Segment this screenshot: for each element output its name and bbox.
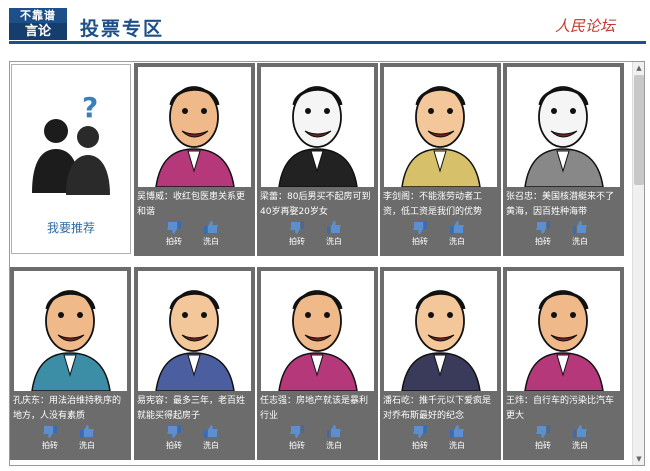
scroll-down-arrow-icon[interactable]: ▼: [633, 453, 645, 465]
vote-down-button[interactable]: 拍砖: [400, 425, 440, 451]
card-caption[interactable]: 吴博威：收红包医患关系更和谐: [137, 190, 253, 222]
vote-down-label: 拍砖: [289, 441, 305, 450]
recommend-link[interactable]: 我要推荐: [12, 219, 130, 236]
thumbs-up-icon: [450, 425, 464, 438]
vote-down-label: 拍砖: [166, 441, 182, 450]
caricature-image[interactable]: [507, 271, 620, 392]
caricature-card[interactable]: 李剑阁：不能涨劳动者工资，低工资是我们的优势 拍砖 洗白: [380, 63, 501, 256]
vote-up-button[interactable]: 洗白: [437, 221, 477, 247]
vote-up-label: 洗白: [203, 237, 219, 246]
vote-down-button[interactable]: 拍砖: [523, 425, 563, 451]
card-caption[interactable]: 孔庆东：用法治维持秩序的地方，人没有素质: [13, 394, 129, 426]
card-caption[interactable]: 李剑阁：不能涨劳动者工资，低工资是我们的优势: [383, 190, 499, 222]
caricature-image[interactable]: [384, 67, 497, 188]
vote-down-button[interactable]: 拍砖: [400, 221, 440, 247]
card-caption[interactable]: 张召忠：美国核潜艇来不了黄海，因百姓种海带: [506, 190, 622, 222]
vote-up-button[interactable]: 洗白: [191, 221, 231, 247]
caricature-image[interactable]: [138, 271, 251, 392]
thumbs-down-icon: [43, 425, 57, 438]
thumbs-down-icon: [167, 221, 181, 234]
vote-up-label: 洗白: [449, 237, 465, 246]
vote-down-label: 拍砖: [412, 237, 428, 246]
card-caption[interactable]: 王炜：自行车的污染比汽车更大: [506, 394, 622, 426]
caricature-card[interactable]: 易宪容：最多三年，老百姓就能买得起房子 拍砖 洗白: [134, 267, 255, 460]
vote-up-label: 洗白: [79, 441, 95, 450]
vote-down-label: 拍砖: [412, 441, 428, 450]
scroll-thumb[interactable]: [634, 75, 644, 185]
vote-up-button[interactable]: 洗白: [437, 425, 477, 451]
thumbs-up-icon: [204, 425, 218, 438]
scrollbar[interactable]: ▲ ▼: [632, 62, 644, 465]
vote-up-label: 洗白: [449, 441, 465, 450]
vote-down-button[interactable]: 拍砖: [30, 425, 70, 451]
thumbs-down-icon: [290, 221, 304, 234]
thumbs-up-icon: [573, 425, 587, 438]
thumbs-down-icon: [413, 221, 427, 234]
caricature-card[interactable]: 任志强：房地产就该是暴利行业 拍砖 洗白: [257, 267, 378, 460]
vote-down-button[interactable]: 拍砖: [154, 425, 194, 451]
vote-down-label: 拍砖: [535, 441, 551, 450]
caricature-image[interactable]: [14, 271, 127, 392]
thumbs-down-icon: [413, 425, 427, 438]
header-divider: [9, 41, 646, 44]
scroll-up-arrow-icon[interactable]: ▲: [633, 62, 645, 74]
vote-down-button[interactable]: 拍砖: [277, 221, 317, 247]
thumbs-down-icon: [536, 425, 550, 438]
thumbs-up-icon: [204, 221, 218, 234]
vote-up-label: 洗白: [572, 237, 588, 246]
vote-down-button[interactable]: 拍砖: [154, 221, 194, 247]
brand-line2: 言论: [9, 23, 67, 40]
vote-down-button[interactable]: 拍砖: [277, 425, 317, 451]
vote-up-button[interactable]: 洗白: [191, 425, 231, 451]
vote-up-button[interactable]: 洗白: [560, 425, 600, 451]
vote-up-label: 洗白: [326, 237, 342, 246]
thumbs-up-icon: [327, 221, 341, 234]
card-caption[interactable]: 易宪容：最多三年，老百姓就能买得起房子: [137, 394, 253, 426]
caricature-card[interactable]: 孔庆东：用法治维持秩序的地方，人没有素质 拍砖 洗白: [10, 267, 131, 460]
vote-up-label: 洗白: [203, 441, 219, 450]
vote-up-button[interactable]: 洗白: [560, 221, 600, 247]
caricature-card[interactable]: 王炜：自行车的污染比汽车更大 拍砖 洗白: [503, 267, 624, 460]
vote-up-button[interactable]: 洗白: [314, 425, 354, 451]
people-question-icon: ?: [32, 93, 110, 195]
header: 不靠谱 言论 投票专区 人民论坛: [0, 0, 650, 48]
caricature-card[interactable]: 梁蕾：80后男买不起房可到40岁再娶20岁女 拍砖 洗白: [257, 63, 378, 256]
vote-up-label: 洗白: [326, 441, 342, 450]
caricature-card[interactable]: 吴博威：收红包医患关系更和谐 拍砖 洗白: [134, 63, 255, 256]
thumbs-up-icon: [327, 425, 341, 438]
thumbs-down-icon: [536, 221, 550, 234]
vote-up-button[interactable]: 洗白: [314, 221, 354, 247]
thumbs-down-icon: [167, 425, 181, 438]
brand-badge[interactable]: 不靠谱 言论: [9, 8, 67, 40]
recommend-box[interactable]: ? 我要推荐: [11, 64, 131, 254]
brand-line1: 不靠谱: [9, 8, 67, 23]
caricature-image[interactable]: [507, 67, 620, 188]
page-title: 投票专区: [80, 18, 165, 40]
card-caption[interactable]: 梁蕾：80后男买不起房可到40岁再娶20岁女: [260, 190, 376, 222]
caricature-image[interactable]: [384, 271, 497, 392]
thumbs-down-icon: [290, 425, 304, 438]
card-caption[interactable]: 潘石屹：推千元以下爱疯是对乔布斯最好的纪念: [383, 394, 499, 426]
caricature-card[interactable]: 张召忠：美国核潜艇来不了黄海，因百姓种海带 拍砖 洗白: [503, 63, 624, 256]
vote-down-label: 拍砖: [166, 237, 182, 246]
caricature-image[interactable]: [138, 67, 251, 188]
vote-down-label: 拍砖: [289, 237, 305, 246]
caricature-image[interactable]: [261, 271, 374, 392]
caricature-image[interactable]: [261, 67, 374, 188]
vote-down-label: 拍砖: [42, 441, 58, 450]
thumbs-up-icon: [450, 221, 464, 234]
card-caption[interactable]: 任志强：房地产就该是暴利行业: [260, 394, 376, 426]
caricature-card[interactable]: 潘石屹：推千元以下爱疯是对乔布斯最好的纪念 拍砖 洗白: [380, 267, 501, 460]
site-logo[interactable]: 人民论坛: [555, 15, 615, 36]
thumbs-up-icon: [573, 221, 587, 234]
vote-up-button[interactable]: 洗白: [67, 425, 107, 451]
svg-text:?: ?: [82, 93, 98, 124]
vote-up-label: 洗白: [572, 441, 588, 450]
vote-down-button[interactable]: 拍砖: [523, 221, 563, 247]
thumbs-up-icon: [80, 425, 94, 438]
vote-down-label: 拍砖: [535, 237, 551, 246]
